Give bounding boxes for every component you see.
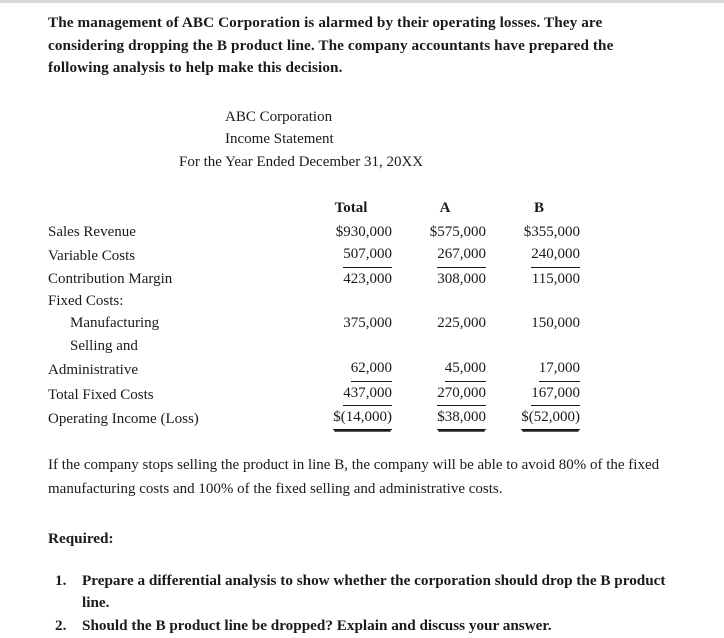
row-label: Total Fixed Costs bbox=[48, 386, 154, 403]
column-header-blank bbox=[48, 197, 298, 220]
table-row: Selling and bbox=[48, 335, 580, 357]
cell-a: 45,000 bbox=[392, 357, 486, 382]
cell-total: 507,000 bbox=[298, 243, 392, 268]
cell-a: 267,000 bbox=[392, 243, 486, 268]
column-header-a: A bbox=[439, 200, 451, 217]
income-statement-table: Total A B Sales Revenue $930,000 $575,000 $… bbox=[48, 197, 580, 431]
row-label: Fixed Costs: bbox=[48, 292, 124, 309]
required-heading: Required: bbox=[48, 529, 114, 547]
cell-b: 17,000 bbox=[486, 357, 580, 382]
cell-a: 225,000 bbox=[437, 315, 486, 332]
cell-a: $575,000 bbox=[429, 223, 486, 240]
cell-a: 270,000 bbox=[392, 382, 486, 406]
assumptions-paragraph: If the company stops selling the product… bbox=[48, 457, 660, 497]
table-row: Sales Revenue $930,000 $575,000 $355,000 bbox=[48, 221, 580, 243]
cell-total: 375,000 bbox=[343, 315, 392, 332]
row-label: Contribution Margin bbox=[48, 270, 173, 287]
column-header-total: Total bbox=[334, 200, 368, 217]
table-header-row: Total A B bbox=[48, 197, 580, 220]
statement-header-block: ABC Corporation Income Statement For the… bbox=[48, 106, 706, 174]
cell-a bbox=[392, 335, 486, 357]
table-row: Administrative 62,000 45,000 17,000 bbox=[48, 357, 580, 382]
cell-b: 240,000 bbox=[486, 243, 580, 268]
intro-paragraph: The management of ABC Corporation is ala… bbox=[48, 14, 614, 77]
cell-b: 115,000 bbox=[531, 270, 580, 287]
cell-total: 437,000 bbox=[298, 382, 392, 406]
table-row: Contribution Margin 423,000 308,000 115,000 bbox=[48, 268, 580, 290]
required-items-list: 1. Prepare a differential analysis to sho… bbox=[48, 570, 706, 638]
cell-total: 62,000 bbox=[298, 357, 392, 382]
statement-period: For the Year Ended December 31, 20XX bbox=[179, 153, 424, 170]
cell-b: $(52,000) bbox=[486, 406, 580, 431]
company-name: ABC Corporation bbox=[225, 108, 333, 125]
row-label: Administrative bbox=[48, 362, 138, 379]
list-item: 1. Prepare a differential analysis to sho… bbox=[55, 570, 692, 615]
list-item-text: Should the B product line be dropped? Ex… bbox=[82, 616, 552, 634]
cell-total: 423,000 bbox=[343, 270, 392, 287]
cell-a bbox=[392, 290, 486, 312]
row-label: Manufacturing bbox=[70, 315, 160, 332]
cell-a: $38,000 bbox=[392, 406, 486, 431]
cell-b: $355,000 bbox=[523, 223, 580, 240]
table-row: Fixed Costs: bbox=[48, 290, 580, 312]
row-label: Variable Costs bbox=[48, 248, 136, 265]
cell-total bbox=[298, 335, 392, 357]
cell-b: 150,000 bbox=[531, 315, 580, 332]
list-item-number: 1. bbox=[55, 571, 67, 589]
table-row: Manufacturing 375,000 225,000 150,000 bbox=[48, 312, 580, 334]
cell-b bbox=[486, 335, 580, 357]
table-row: Operating Income (Loss) $(14,000) $38,000 $… bbox=[48, 406, 580, 431]
row-label: Selling and bbox=[70, 337, 138, 354]
list-item-number: 2. bbox=[55, 616, 67, 634]
document-page: The management of ABC Corporation is ala… bbox=[0, 3, 724, 634]
cell-total bbox=[298, 290, 392, 312]
cell-b: 167,000 bbox=[486, 382, 580, 406]
statement-title: Income Statement bbox=[225, 131, 334, 148]
list-item-text: Prepare a differential analysis to show … bbox=[82, 571, 666, 612]
cell-total: $930,000 bbox=[335, 223, 392, 240]
row-label: Sales Revenue bbox=[48, 223, 136, 240]
list-item: 2. Should the B product line be dropped? … bbox=[55, 615, 692, 638]
row-label: Operating Income (Loss) bbox=[48, 410, 199, 427]
column-header-b: B bbox=[533, 200, 544, 217]
cell-a: 308,000 bbox=[437, 270, 486, 287]
table-row: Variable Costs 507,000 267,000 240,000 bbox=[48, 243, 580, 268]
table-row: Total Fixed Costs 437,000 270,000 167,000 bbox=[48, 382, 580, 406]
cell-total: $(14,000) bbox=[298, 406, 392, 431]
cell-b bbox=[486, 290, 580, 312]
